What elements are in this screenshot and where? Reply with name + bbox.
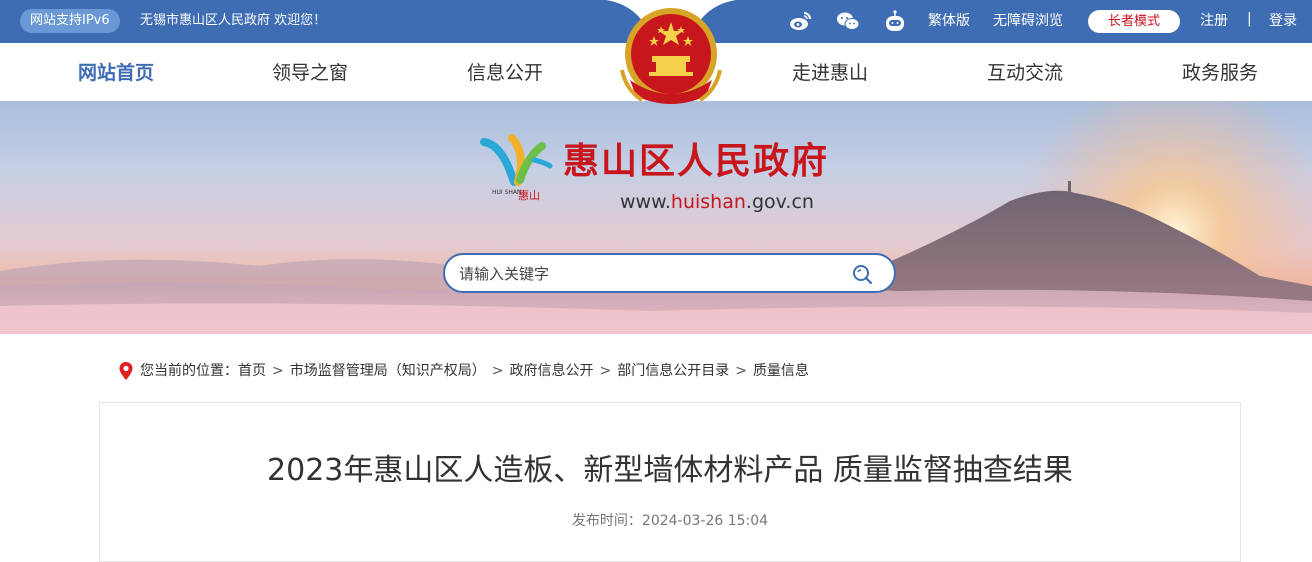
robot-icon[interactable] bbox=[883, 9, 907, 33]
site-logo: HUI SHAN 惠山 bbox=[478, 132, 558, 204]
welcome-text: 无锡市惠山区人民政府 欢迎您！ bbox=[140, 13, 327, 28]
publish-label: 发布时间： bbox=[571, 513, 642, 529]
national-emblem-icon bbox=[606, 0, 736, 104]
url-prefix: www. bbox=[620, 191, 671, 213]
register-link[interactable]: 注册 bbox=[1200, 11, 1228, 31]
article-title: 2023年惠山区人造板、新型墙体材料产品 质量监督抽查结果 bbox=[267, 453, 1073, 488]
elder-mode-button[interactable]: 长者模式 bbox=[1088, 10, 1180, 33]
publish-date: 发布时间：2024-03-26 15:04 bbox=[100, 510, 1240, 530]
site-title: 惠山区人民政府 bbox=[563, 141, 830, 182]
location-pin-icon bbox=[119, 362, 133, 380]
publish-time: 2024-03-26 15:04 bbox=[641, 513, 769, 529]
search-icon[interactable] bbox=[851, 263, 875, 285]
breadcrumb-separator: > bbox=[491, 363, 504, 379]
breadcrumb-separator: > bbox=[599, 363, 612, 379]
article-panel: 2023年惠山区人造板、新型墙体材料产品 质量监督抽查结果 发布时间：2024-… bbox=[99, 402, 1241, 562]
nav-item-about-huishan[interactable]: 走进惠山 bbox=[792, 61, 868, 85]
nav-item-interaction[interactable]: 互动交流 bbox=[987, 61, 1063, 85]
breadcrumb-dept-catalog[interactable]: 部门信息公开目录 bbox=[617, 360, 729, 382]
breadcrumb-separator: > bbox=[735, 363, 747, 379]
weibo-icon[interactable] bbox=[789, 9, 813, 33]
banner-landscape bbox=[0, 101, 1312, 334]
banner bbox=[0, 101, 1312, 334]
nav-item-leaders[interactable]: 领导之窗 bbox=[272, 61, 348, 85]
url-highlight: huishan bbox=[670, 191, 746, 213]
search-input[interactable] bbox=[459, 263, 839, 285]
nav-item-info-disclosure[interactable]: 信息公开 bbox=[467, 61, 543, 85]
wechat-icon[interactable] bbox=[836, 9, 860, 33]
breadcrumb-prefix: 您当前的位置： bbox=[140, 363, 238, 379]
nav-item-home[interactable]: 网站首页 bbox=[78, 61, 154, 85]
nav-item-services[interactable]: 政务服务 bbox=[1182, 61, 1258, 85]
separator: | bbox=[1247, 11, 1252, 27]
accessibility-link[interactable]: 无障碍浏览 bbox=[993, 11, 1063, 31]
breadcrumb-home[interactable]: 首页 bbox=[238, 360, 266, 382]
traditional-chinese-link[interactable]: 繁体版 bbox=[928, 11, 970, 31]
logo-text-cn: 惠山 bbox=[518, 188, 540, 202]
search-box bbox=[443, 253, 896, 293]
login-link[interactable]: 登录 bbox=[1269, 11, 1297, 31]
breadcrumb-gov-info[interactable]: 政府信息公开 bbox=[509, 360, 593, 382]
breadcrumb-market-supervision[interactable]: 市场监督管理局（知识产权局） bbox=[290, 360, 486, 382]
breadcrumb-quality-info[interactable]: 质量信息 bbox=[753, 360, 809, 382]
breadcrumb-separator: > bbox=[272, 363, 284, 379]
url-suffix: .gov.cn bbox=[745, 191, 814, 213]
breadcrumb: 您当前的位置： 首页 > 市场监督管理局（知识产权局） > 政府信息公开 > 部… bbox=[118, 360, 809, 382]
ipv6-badge: 网站支持IPv6 bbox=[20, 9, 120, 33]
site-url[interactable]: www.huishan.gov.cn bbox=[620, 190, 814, 214]
